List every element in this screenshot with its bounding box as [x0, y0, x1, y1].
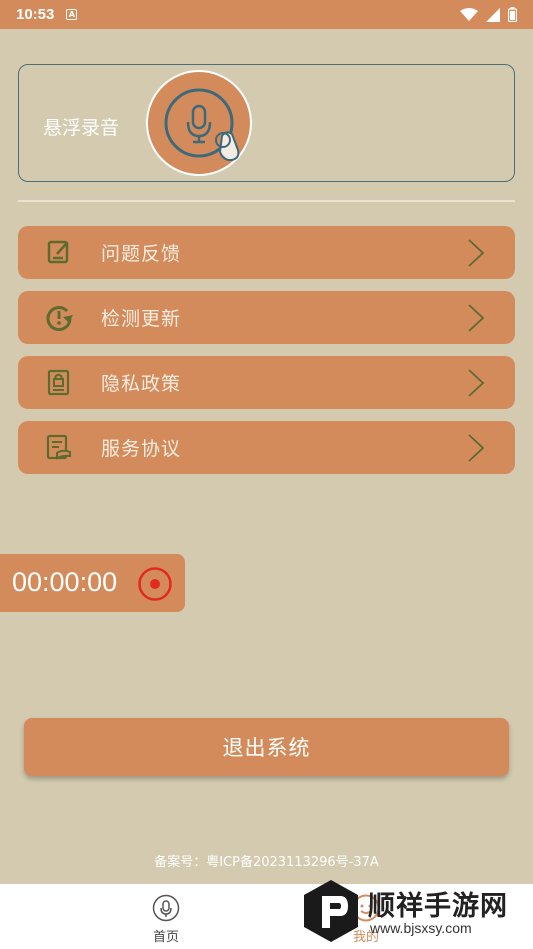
- menu-item-label: 检测更新: [101, 308, 182, 330]
- update-icon: [46, 306, 73, 331]
- timer-value: 00:00:00: [12, 567, 118, 597]
- menu-item-privacy[interactable]: 隐私政策: [18, 356, 515, 409]
- menu-item-label: 隐私政策: [101, 373, 182, 395]
- record-icon[interactable]: [137, 566, 173, 602]
- microphone-icon: [152, 894, 180, 922]
- chevron-right-icon: [468, 369, 485, 397]
- exit-button[interactable]: 退出系统: [24, 718, 509, 776]
- status-bar: 10:53 A: [0, 0, 533, 29]
- menu-item-label: 问题反馈: [101, 243, 182, 265]
- privacy-lock-icon: [47, 369, 70, 396]
- float-record-card[interactable]: 悬浮录音: [18, 64, 515, 182]
- microphone-touch-icon: [164, 88, 240, 161]
- float-record-label: 悬浮录音: [43, 117, 120, 139]
- tab-label: 首页: [152, 930, 179, 945]
- chevron-right-icon: [468, 239, 485, 267]
- battery-icon: [508, 7, 517, 22]
- menu-item-agreement[interactable]: 服务协议: [18, 421, 515, 474]
- feedback-icon: [47, 240, 69, 264]
- status-time: 10:53: [16, 6, 55, 23]
- chevron-right-icon: [468, 434, 485, 462]
- watermark-site: www.bjsxsy.com: [370, 920, 472, 936]
- menu-item-update[interactable]: 检测更新: [18, 291, 515, 344]
- agreement-icon: [46, 434, 71, 460]
- tab-home[interactable]: 首页: [136, 894, 196, 945]
- menu-item-feedback[interactable]: 问题反馈: [18, 226, 515, 279]
- menu-item-label: 服务协议: [101, 438, 182, 460]
- recording-timer[interactable]: 00:00:00: [0, 554, 185, 612]
- float-record-button[interactable]: [146, 70, 252, 176]
- watermark: 顺祥手游网 www.bjsxsy.com: [300, 878, 533, 949]
- chevron-right-icon: [468, 304, 485, 332]
- notification-icon: A: [66, 9, 78, 20]
- icp-record: 备案号：粤ICP备2023113296号-37A: [154, 855, 379, 870]
- signal-icon: [486, 7, 500, 22]
- site-logo-icon: [304, 880, 358, 942]
- divider: [18, 200, 515, 202]
- status-icons: [460, 7, 517, 22]
- watermark-brand: 顺祥手游网: [368, 891, 508, 922]
- wifi-icon: [460, 7, 478, 21]
